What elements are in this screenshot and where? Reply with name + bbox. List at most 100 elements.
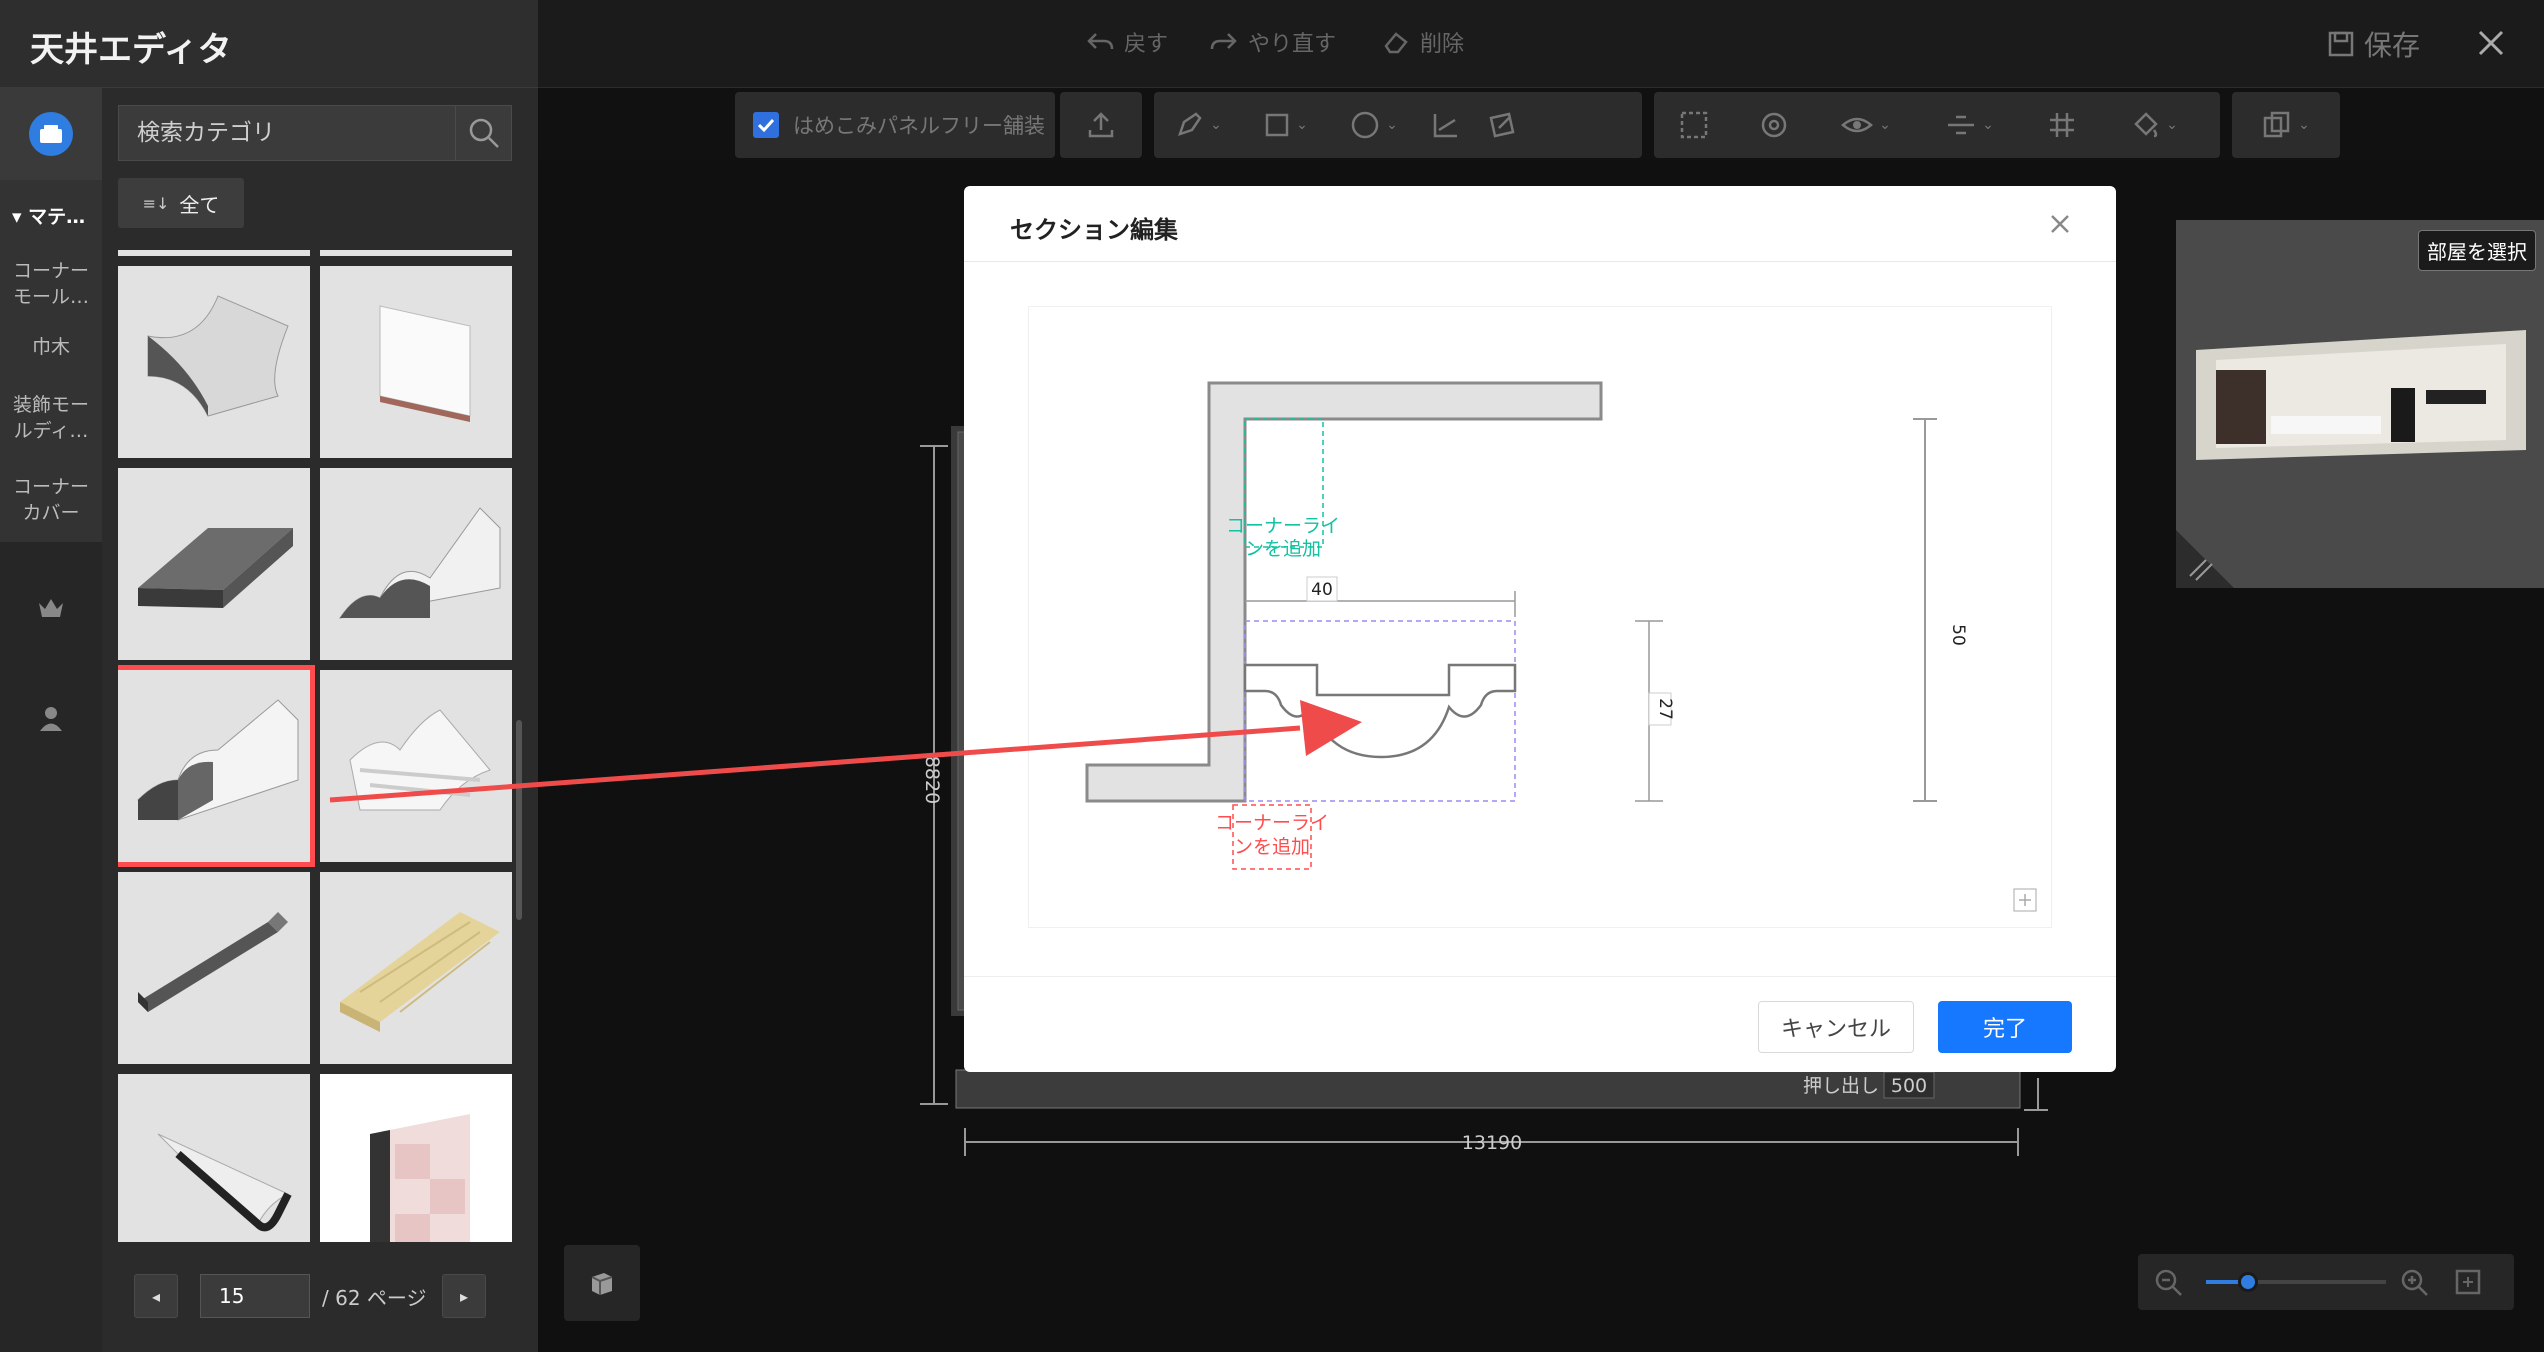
add-corner-line-top-text2: ンを追加 xyxy=(1245,538,1321,560)
chevron-down-icon: ⌄ xyxy=(1296,117,1308,133)
undo-button[interactable]: 戻す xyxy=(1086,26,1168,58)
material-thumb-white-board[interactable] xyxy=(320,266,512,458)
paint-bucket-icon xyxy=(2134,112,2158,138)
category-item-decor-molding[interactable]: 装飾モールディ… xyxy=(6,392,96,444)
material-thumb-selected-molding[interactable] xyxy=(118,665,315,867)
upload-button[interactable] xyxy=(1060,92,1142,158)
material-thumb-pink-panel[interactable] xyxy=(320,1074,512,1242)
redo-icon xyxy=(1210,33,1237,50)
grid-icon xyxy=(2050,113,2074,137)
copy-dropdown[interactable]: ⌄ xyxy=(2232,92,2340,158)
fill-checkbox-label: はめこみパネルフリー舗装 xyxy=(793,114,1045,138)
view-3d-button[interactable] xyxy=(564,1245,640,1321)
search-input[interactable] xyxy=(119,106,457,160)
edit-tool-button[interactable] xyxy=(1474,92,1530,158)
select-area-button[interactable] xyxy=(1654,92,1734,158)
select-area-icon xyxy=(1680,111,1708,139)
delete-label: 削除 xyxy=(1420,32,1465,57)
category-item-corner-molding[interactable]: コーナーモール… xyxy=(6,258,96,310)
chevron-down-icon: ⌄ xyxy=(1879,117,1891,133)
dim-40-label: 40 xyxy=(1311,580,1333,600)
app-title: 天井エディタ xyxy=(30,30,232,70)
dialog-footer: キャンセル 完了 xyxy=(964,976,2116,1072)
chevron-down-icon: ⌄ xyxy=(1210,117,1222,133)
check-icon xyxy=(757,118,775,133)
page-number-input[interactable] xyxy=(200,1274,310,1318)
dimension-tool-button[interactable] xyxy=(1418,92,1474,158)
material-thumb-wood-trim[interactable] xyxy=(320,872,512,1064)
material-thumb-cove-molding[interactable] xyxy=(118,266,310,458)
rail-material-button[interactable] xyxy=(0,88,102,180)
grid-toggle-button[interactable] xyxy=(2022,92,2102,158)
rect-tool-dropdown[interactable]: ⌄ xyxy=(1242,92,1330,158)
eye-icon xyxy=(1841,117,1874,133)
section-canvas[interactable]: コーナーライ ンを追加 40 27 50 コーナーライ ンを追加 xyxy=(1028,306,2052,928)
undo-label: 戻す xyxy=(1124,32,1169,57)
save-label: 保存 xyxy=(2364,29,2421,62)
app-title-bar: 天井エディタ xyxy=(0,0,538,88)
select-room-button[interactable]: 部屋を選択 xyxy=(2418,230,2536,271)
add-corner-line-bottom-text1: コーナーライ xyxy=(1215,812,1329,834)
upload-icon xyxy=(1088,112,1114,138)
zoom-out-icon[interactable] xyxy=(2154,1268,2184,1298)
material-thumb-angle-trim[interactable] xyxy=(118,872,310,1064)
rectangle-icon xyxy=(1265,113,1289,137)
filter-all-label: 全て xyxy=(179,192,220,217)
material-thumb[interactable] xyxy=(320,250,512,256)
page-total: / 62 ページ xyxy=(322,1286,427,1310)
close-icon[interactable] xyxy=(2044,208,2076,240)
category-item-baseboard[interactable]: 巾木 xyxy=(6,334,96,360)
redo-label: やり直す xyxy=(1248,32,1337,57)
circle-tool-dropdown[interactable]: ⌄ xyxy=(1330,92,1418,158)
cube-icon xyxy=(591,1273,613,1295)
target-icon xyxy=(1761,112,1787,138)
grid-scrollbar[interactable] xyxy=(516,720,522,920)
category-heading-label: マテ… xyxy=(28,206,86,228)
fill-checkbox[interactable] xyxy=(753,112,779,138)
save-button[interactable]: 保存 xyxy=(2328,24,2420,64)
material-thumb-cove-dark[interactable] xyxy=(118,1074,310,1242)
prev-page-button[interactable]: ◂ xyxy=(134,1274,178,1318)
fit-view-icon[interactable] xyxy=(2454,1268,2482,1296)
chevron-down-icon: ⌄ xyxy=(2298,117,2310,133)
category-heading[interactable]: ▾ マテ… xyxy=(12,202,85,229)
dialog-header: セクション編集 xyxy=(964,186,2116,262)
material-thumb-crown-molding[interactable] xyxy=(320,670,512,862)
point-tool-button[interactable] xyxy=(1734,92,1814,158)
cancel-button[interactable]: キャンセル xyxy=(1758,1001,1914,1053)
visibility-dropdown[interactable]: ⌄ xyxy=(1814,92,1918,158)
done-button[interactable]: 完了 xyxy=(1938,1001,2072,1053)
delete-button[interactable]: 削除 xyxy=(1382,26,1464,58)
eraser-icon xyxy=(1384,32,1408,54)
save-icon xyxy=(2328,31,2354,57)
view-tool-group: ⌄ ⌄ ⌄ xyxy=(1654,92,2220,158)
dim-50-label: 50 xyxy=(1948,624,1968,646)
pager: ◂ / 62 ページ ▸ xyxy=(0,1262,538,1332)
rail-crown-button[interactable] xyxy=(0,578,102,638)
fit-canvas-icon[interactable] xyxy=(2013,888,2037,912)
category-item-corner-cover[interactable]: コーナーカバー xyxy=(6,474,96,526)
zoom-in-icon[interactable] xyxy=(2400,1268,2430,1298)
copy-tool-group: ⌄ xyxy=(2232,92,2340,158)
pen-tool-dropdown[interactable]: ⌄ xyxy=(1154,92,1242,158)
search-button[interactable] xyxy=(455,106,511,160)
fill-checkbox-group[interactable]: はめこみパネルフリー舗装 xyxy=(735,92,1055,158)
dialog-title: セクション編集 xyxy=(1010,216,1178,244)
room-preview[interactable]: 部屋を選択 xyxy=(2176,220,2544,588)
search-box xyxy=(118,105,512,161)
redo-button[interactable]: やり直す xyxy=(1210,26,1336,58)
chevron-down-icon: ⌄ xyxy=(1386,117,1398,133)
material-thumb-ornate-molding[interactable] xyxy=(320,468,512,660)
chevron-down-icon: ⌄ xyxy=(2166,117,2178,133)
paint-dropdown[interactable]: ⌄ xyxy=(2102,92,2206,158)
material-thumb[interactable] xyxy=(118,250,310,256)
material-thumb-flat-board[interactable] xyxy=(118,468,310,660)
zoom-slider[interactable] xyxy=(2206,1272,2386,1292)
next-page-button[interactable]: ▸ xyxy=(442,1274,486,1318)
close-icon[interactable] xyxy=(2468,20,2514,66)
caret-right-icon: ▸ xyxy=(459,1286,469,1306)
align-dropdown[interactable]: ⌄ xyxy=(1918,92,2022,158)
zoom-slider-handle[interactable] xyxy=(2238,1272,2258,1292)
filter-all-button[interactable]: ≡↓ 全て xyxy=(118,178,244,228)
rail-user-button[interactable] xyxy=(0,688,102,748)
